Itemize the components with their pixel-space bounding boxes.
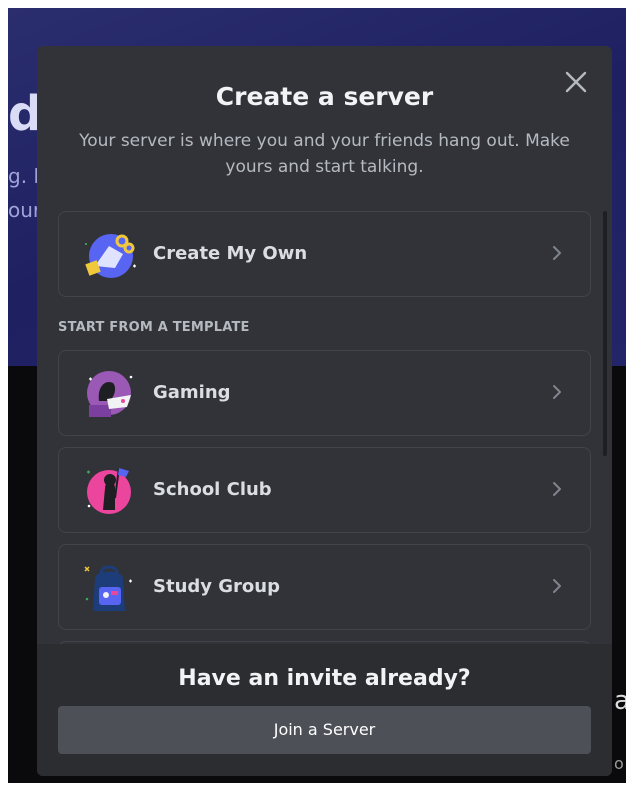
gaming-label: Gaming xyxy=(153,382,231,403)
gaming-icon xyxy=(87,371,133,417)
school-club-icon xyxy=(87,467,131,514)
invite-title: Have an invite already? xyxy=(178,666,471,691)
chevron-right-icon xyxy=(553,579,561,593)
study-group-icon xyxy=(84,565,132,611)
create-my-own-option[interactable]: Create My Own xyxy=(58,211,591,297)
create-server-modal: Create a server Your server is where you… xyxy=(37,46,612,776)
chevron-right-icon xyxy=(553,246,561,260)
scrollbar[interactable] xyxy=(603,211,607,456)
modal-title: Create a server xyxy=(215,82,434,111)
background-text-4: a xyxy=(614,686,626,716)
background-text-5: o xyxy=(614,754,624,773)
modal-subtitle: Your server is where you and your friend… xyxy=(79,131,570,177)
join-server-button[interactable]: Join a Server xyxy=(58,706,591,754)
invite-footer: Have an invite already? Join a Server xyxy=(37,644,612,776)
template-study-group-option[interactable]: Study Group xyxy=(58,544,591,630)
school-club-label: School Club xyxy=(153,479,272,500)
create-my-own-label: Create My Own xyxy=(153,243,308,264)
study-group-label: Study Group xyxy=(153,576,280,597)
template-gaming-option[interactable]: Gaming xyxy=(58,350,591,436)
template-section-header: START FROM A TEMPLATE xyxy=(58,320,250,335)
create-server-icon xyxy=(85,234,136,278)
template-school-club-option[interactable]: School Club xyxy=(58,447,591,533)
options-list[interactable]: Create My Own START FROM A TEMPLATE Gami… xyxy=(37,206,612,727)
chevron-right-icon xyxy=(553,385,561,399)
chevron-right-icon xyxy=(553,482,561,496)
